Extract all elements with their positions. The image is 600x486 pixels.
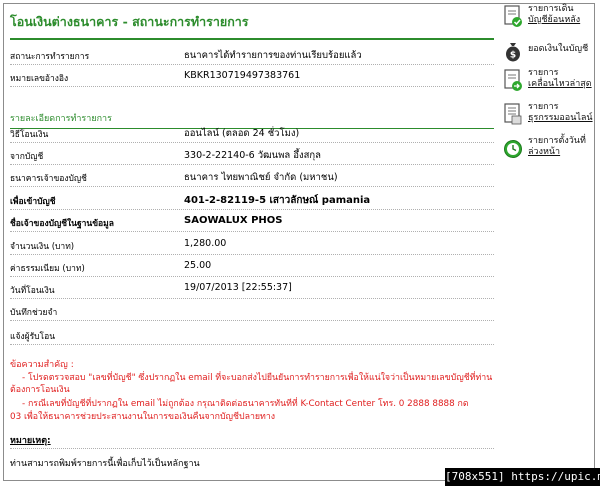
detail-row-amount: จำนวนเงิน (บาท) 1,280.00	[10, 234, 494, 255]
reference-row: หมายเลขอ้างอิง KBKR130719497383761	[10, 66, 494, 87]
detail-label: บันทึกช่วยจำ	[10, 308, 58, 318]
detail-label: แจ้งผู้รับโอน	[10, 332, 56, 342]
reference-label: หมายเลขอ้างอิง	[10, 74, 69, 84]
detail-label: วันที่โอนเงิน	[10, 286, 55, 296]
detail-value: 401-2-82119-5 เสาวลักษณ์ pamania	[184, 195, 371, 206]
detail-value: 1,280.00	[184, 238, 227, 249]
document-arrow-icon	[504, 69, 522, 91]
important-line: 03 เพื่อให้ธนาคารช่วยประสานงานในการขอเงิ…	[10, 412, 276, 422]
note-body: ท่านสามารถพิมพ์รายการนี้เพื่อเก็บไว้เป็น…	[10, 459, 200, 469]
divider	[10, 448, 494, 449]
detail-row-from-account: จากบัญชี 330-2-22140-6 วัฒนพล อึ้งสกุล	[10, 144, 494, 165]
document-check-icon	[504, 5, 522, 27]
sidebar-item-label: รายการเดิน บัญชีย้อนหลัง	[528, 4, 581, 25]
detail-label: จากบัญชี	[10, 152, 44, 162]
sidebar-item-label: รายการตั้งวันที่ ล่วงหน้า	[528, 136, 586, 157]
sidebar-item-recent-movements[interactable]: รายการ เคลื่อนไหวล่าสุด	[500, 68, 592, 102]
detail-label: จำนวนเงิน (บาท)	[10, 242, 75, 252]
important-line: - กรณีเลขที่บัญชีที่ปรากฏใน email ไม่ถูก…	[22, 399, 469, 409]
svg-text:$: $	[510, 51, 516, 61]
detail-row-date: วันที่โอนเงิน 19/07/2013 [22:55:37]	[10, 278, 494, 299]
status-row: สถานะการทำรายการ ธนาคารได้ทำรายการของท่า…	[10, 44, 494, 65]
important-line: ต้องการโอนเงิน	[10, 385, 70, 395]
detail-row-memo: บันทึกช่วยจำ	[10, 300, 494, 321]
main-panel: โอนเงินต่างธนาคาร - สถานะการทำรายการ สถา…	[8, 8, 496, 478]
detail-value: ออนไลน์ (ตลอด 24 ชั่วโมง)	[184, 128, 300, 139]
clock-icon	[504, 140, 522, 158]
detail-label: ธนาคารเจ้าของบัญชี	[10, 174, 87, 184]
detail-value: ธนาคาร ไทยพาณิชย์ จำกัด (มหาชน)	[184, 172, 338, 183]
important-title: ข้อความสำคัญ :	[10, 360, 74, 370]
page-title: โอนเงินต่างธนาคาร - สถานะการทำรายการ	[10, 12, 494, 40]
detail-label: เพื่อเข้าบัญชี	[10, 197, 56, 207]
detail-value: 19/07/2013 [22:55:37]	[184, 282, 292, 293]
sidebar-item-label: ยอดเงินในบัญชี	[528, 44, 589, 54]
detail-value: 25.00	[184, 260, 212, 271]
detail-row-bank: ธนาคารเจ้าของบัญชี ธนาคาร ไทยพาณิชย์ จำก…	[10, 166, 494, 187]
detail-label: ค่าธรรมเนียม (บาท)	[10, 264, 85, 274]
status-value: ธนาคารได้ทำรายการของท่านเรียบร้อยแล้ว	[184, 50, 362, 61]
detail-value: SAOWALUX PHOS	[184, 215, 283, 226]
detail-row-to-account: เพื่อเข้าบัญชี 401-2-82119-5 เสาวลักษณ์ …	[10, 189, 494, 210]
detail-value: 330-2-22140-6 วัฒนพล อึ้งสกุล	[184, 150, 321, 161]
sidebar-item-label: รายการ ธุรกรรมออนไลน์	[528, 102, 593, 123]
sidebar-item-online-transactions[interactable]: รายการ ธุรกรรมออนไลน์	[500, 102, 593, 136]
detail-label: ชื่อเจ้าของบัญชีในฐานข้อมูล	[10, 219, 114, 229]
detail-label: วิธีโอนเงิน	[10, 130, 49, 140]
money-bag-icon: $	[506, 43, 520, 62]
sidebar-item-scheduled-transactions[interactable]: รายการตั้งวันที่ ล่วงหน้า	[500, 136, 592, 170]
sidebar-item-statement-history[interactable]: รายการเดิน บัญชีย้อนหลัง	[500, 4, 592, 38]
reference-value: KBKR130719497383761	[184, 70, 301, 81]
sidebar-item-account-balance[interactable]: $ ยอดเงินในบัญชี	[500, 38, 592, 72]
sidebar-item-label: รายการ เคลื่อนไหวล่าสุด	[528, 68, 592, 89]
document-list-icon	[504, 103, 522, 125]
important-line: - โปรดตรวจสอบ "เลขที่บัญชี" ซึ่งปรากฏใน …	[22, 373, 493, 383]
detail-row-account-owner: ชื่อเจ้าของบัญชีในฐานข้อมูล SAOWALUX PHO…	[10, 211, 494, 232]
detail-row-method: วิธีโอนเงิน ออนไลน์ (ตลอด 24 ชั่วโมง)	[10, 122, 494, 143]
detail-row-fee: ค่าธรรมเนียม (บาท) 25.00	[10, 256, 494, 277]
status-label: สถานะการทำรายการ	[10, 52, 90, 62]
note-title: หมายเหตุ:	[10, 436, 51, 446]
detail-row-notify-recipient: แจ้งผู้รับโอน	[10, 324, 494, 345]
image-host-watermark: [708x551] https://upic.me/	[445, 468, 600, 486]
